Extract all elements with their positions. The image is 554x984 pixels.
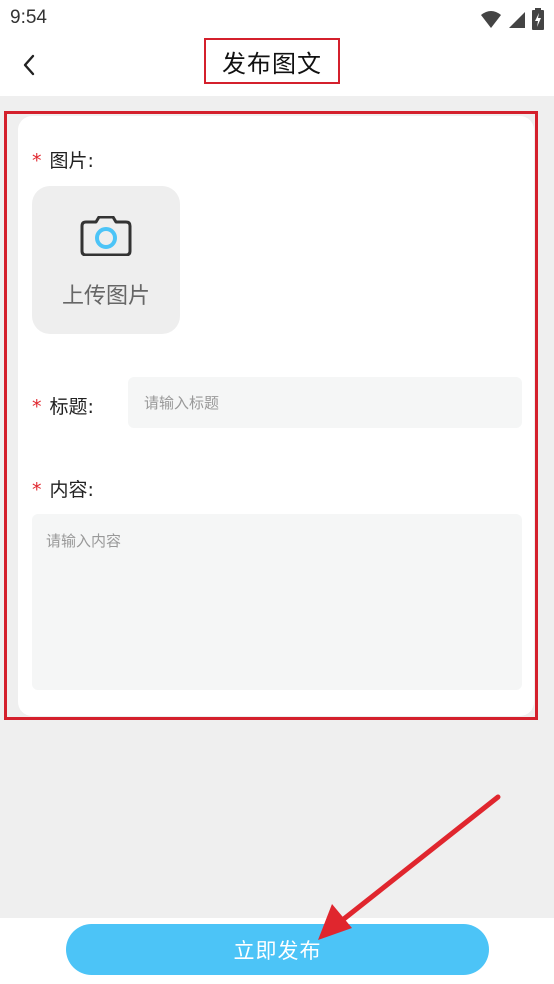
nav-bar: 发布图文 [0,38,554,96]
back-button[interactable] [12,50,46,84]
chevron-left-icon [21,53,37,81]
publish-button[interactable]: 立即发布 [66,924,489,975]
page-title: 发布图文 [222,49,322,78]
status-time: 9:54 [10,7,47,28]
form-highlight-box [4,111,538,720]
signal-icon [508,9,526,33]
status-bar: 9:54 [0,0,554,38]
battery-icon [532,8,544,34]
wifi-icon [480,9,502,33]
title-highlight-box: 发布图文 [204,38,340,84]
status-icons [480,8,544,34]
